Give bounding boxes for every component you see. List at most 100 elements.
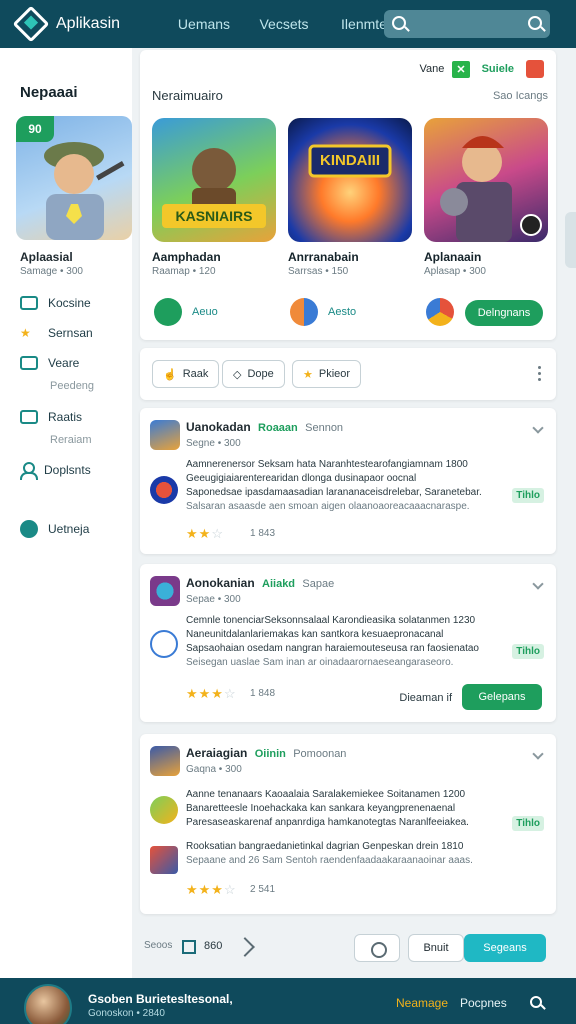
review-tag[interactable]: Tihlo — [512, 816, 544, 831]
user-meta: Gonoskon • 2840 — [88, 1008, 165, 1019]
store-icon — [154, 298, 182, 326]
rating-stars: ★★★☆ — [186, 882, 237, 897]
filter-label: Raak — [182, 368, 209, 380]
chevron-down-icon[interactable] — [532, 748, 544, 760]
mail-icon — [20, 410, 38, 424]
review-meta: Gaqna • 300 — [186, 764, 242, 775]
search-submit-icon[interactable] — [528, 16, 542, 30]
sidebar-item-label: Veare — [48, 356, 80, 370]
tag-green-label[interactable]: Suiele — [478, 61, 518, 77]
tag-label: Vane — [419, 63, 445, 75]
game-tile-text: KASNIAIRS — [175, 208, 253, 224]
sidebar-item-search[interactable]: ★ Sernsan — [20, 326, 93, 340]
app-store-icon — [290, 298, 318, 326]
carousel-next-peek[interactable] — [565, 212, 576, 268]
sidebar: Nepaaai 90 Aplaasial Samage • 300 Kocsin… — [0, 48, 132, 978]
game-action-1[interactable]: Aeuo — [154, 298, 218, 326]
review-tag[interactable]: Tihlo — [512, 488, 544, 503]
nav-item[interactable]: Uemans — [164, 16, 244, 32]
game-meta: Sarrsas • 150 — [288, 266, 349, 277]
sidebar-item-label: Kocsine — [48, 296, 91, 310]
review-action-button[interactable]: Gelepans — [462, 684, 542, 710]
sidebar-item-profile[interactable]: Doplsnts — [20, 462, 91, 480]
search-icon[interactable] — [530, 996, 542, 1008]
avatar — [150, 746, 180, 776]
top-app-bar: Aplikasin Uemans Vecsets Ilenmte — [0, 0, 576, 48]
exit-button[interactable]: Bnuit — [408, 934, 464, 962]
emoji-button[interactable] — [354, 934, 400, 962]
sidebar-item-updates[interactable]: Uetneja — [20, 520, 89, 538]
checkbox-icon[interactable] — [182, 940, 196, 954]
featured-tags: Vane ✕ Suiele — [419, 60, 544, 78]
review-badge: Aiiakd — [262, 578, 296, 590]
rating-count: 1 848 — [250, 688, 276, 699]
review-author[interactable]: Uanokadan Roaaan Sennon — [186, 420, 343, 434]
sidebar-item-sub: Peedeng — [50, 380, 95, 392]
game-action-2[interactable]: Aesto — [290, 298, 356, 326]
review-author[interactable]: Aeraiagian Oiinin Pomoonan — [186, 746, 346, 760]
review-card: Uanokadan Roaaan Sennon Segne • 300 Aamn… — [140, 408, 556, 554]
review-badge: Roaaan — [258, 422, 298, 434]
game-art — [308, 144, 392, 178]
sidebar-item-ratings[interactable]: Raatis — [20, 410, 82, 424]
section-title: Neraimuairo — [152, 88, 223, 103]
send-icon[interactable] — [235, 937, 255, 957]
game-meta: Aplasap • 300 — [424, 266, 486, 277]
sidebar-item-home[interactable]: Kocsine — [20, 296, 91, 310]
game-tile-1[interactable]: KASNIAIRS — [152, 118, 276, 242]
user-icon — [20, 462, 38, 480]
game-name[interactable]: Anrranabain — [288, 250, 359, 264]
primary-action-button[interactable]: Segeans — [464, 934, 546, 962]
game-action-label: Aeuo — [192, 306, 218, 318]
featured-apps-card: Vane ✕ Suiele Neraimuairo Sao Icangs KAS… — [140, 50, 556, 340]
star-icon: ★ — [303, 368, 313, 381]
review-text: Cemnle tonenciarSeksonnsalaal Karondieas… — [186, 614, 502, 670]
flag-icon[interactable] — [526, 60, 544, 78]
avatar[interactable] — [24, 984, 72, 1024]
review-author-name: Aonokanian — [186, 576, 255, 590]
chevron-down-icon[interactable] — [532, 578, 544, 590]
featured-app-name[interactable]: Aplaasial — [20, 250, 73, 264]
filter-dope-button[interactable]: ◇ Dope — [222, 360, 285, 388]
search-input[interactable] — [384, 10, 550, 38]
more-options-icon[interactable] — [538, 366, 542, 382]
review-badge-secondary: Pomoonan — [293, 748, 347, 760]
x-icon[interactable]: ✕ — [452, 60, 470, 78]
app-logo-icon[interactable] — [12, 5, 50, 43]
thumb-icon: ☝ — [163, 368, 177, 381]
review-author[interactable]: Aonokanian Aiiakd Sapae — [186, 576, 334, 590]
review-author-name: Uanokadan — [186, 420, 251, 434]
play-icon[interactable] — [520, 214, 542, 236]
review-line: Rooksatian bangraedanietinkal dagrian Ge… — [186, 841, 464, 852]
bottom-bar: Gsoben Burietesltesonal, Gonoskon • 2840… — [0, 978, 576, 1024]
review-badge: Oiinin — [254, 748, 286, 760]
messages-link[interactable]: Neamage — [396, 996, 448, 1010]
avatar — [150, 420, 180, 450]
game-tile-text: KINDAIII — [320, 152, 380, 169]
action-bar: Seoos 860 Bnuit Segeans — [140, 928, 556, 968]
game-name[interactable]: Aplanaain — [424, 250, 481, 264]
filter-picker-button[interactable]: ★ Pkieor — [292, 360, 362, 388]
review-badge-secondary: Sennon — [305, 422, 344, 434]
game-name[interactable]: Aamphadan — [152, 250, 221, 264]
top-nav: Uemans Vecsets Ilenmte — [164, 16, 404, 32]
profiles-link[interactable]: Pocpnes — [460, 996, 507, 1010]
game-tile-2[interactable]: KINDAIII — [288, 118, 412, 242]
review-line: Saponedsae ipasdamaasadian larananaceisd… — [186, 487, 482, 498]
review-link[interactable]: Dieaman if — [399, 692, 452, 704]
see-all-link[interactable]: Sao Icangs — [493, 90, 548, 102]
game-action-3[interactable] — [426, 298, 454, 326]
sidebar-item-view[interactable]: Veare — [20, 356, 79, 370]
review-line: Naneunitdalanlariemakas kan santkora kes… — [186, 629, 444, 640]
review-author-name: Aeraiagian — [186, 746, 248, 760]
review-tag[interactable]: Tihlo — [512, 644, 544, 659]
game-action-label: Aesto — [328, 306, 357, 318]
chevron-down-icon[interactable] — [532, 422, 544, 434]
game-tile-3[interactable] — [424, 118, 548, 242]
featured-app-image[interactable]: 90 — [16, 116, 132, 240]
download-button[interactable]: Delngnans — [465, 300, 543, 326]
nav-item[interactable]: Vecsets — [244, 16, 324, 32]
chart-icon — [20, 296, 38, 310]
review-line: Aamnerenersor Seksam hata Naranhtestearo… — [186, 459, 468, 470]
filter-back-button[interactable]: ☝ Raak — [152, 360, 220, 388]
